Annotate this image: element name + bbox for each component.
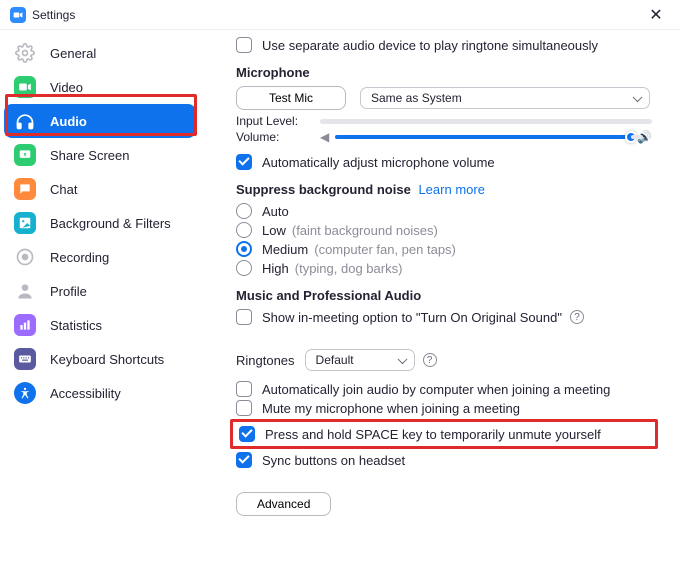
hint-suppress-medium: (computer fan, pen taps) — [314, 242, 456, 257]
section-microphone: Microphone — [236, 65, 652, 80]
sidebar-item-general[interactable]: General — [0, 36, 200, 70]
highlight-space-unmute: Press and hold SPACE key to temporarily … — [230, 419, 658, 449]
sidebar-item-label: General — [50, 46, 96, 61]
close-icon[interactable]: ✕ — [642, 5, 670, 25]
test-mic-button[interactable]: Test Mic — [236, 86, 346, 110]
sidebar-item-share-screen[interactable]: Share Screen — [0, 138, 200, 172]
app-logo — [10, 7, 26, 23]
checkbox-sync-headset[interactable] — [236, 452, 252, 468]
headphones-icon — [14, 110, 36, 132]
advanced-button[interactable]: Advanced — [236, 492, 331, 516]
checkbox-auto-adjust[interactable] — [236, 154, 252, 170]
background-icon — [14, 212, 36, 234]
radio-suppress-low[interactable] — [236, 222, 252, 238]
sidebar-item-keyboard[interactable]: Keyboard Shortcuts — [0, 342, 200, 376]
stats-icon — [14, 314, 36, 336]
gear-icon — [14, 42, 36, 64]
chat-icon — [14, 178, 36, 200]
sidebar-item-label: Audio — [50, 114, 87, 129]
sidebar-item-chat[interactable]: Chat — [0, 172, 200, 206]
radio-suppress-high[interactable] — [236, 260, 252, 276]
accessibility-icon — [14, 382, 36, 404]
label-suppress-low: Low — [262, 223, 286, 238]
volume-label: Volume: — [236, 130, 312, 144]
sidebar-item-label: Share Screen — [50, 148, 130, 163]
title-bar: Settings ✕ — [0, 0, 680, 30]
label-space-unmute: Press and hold SPACE key to temporarily … — [265, 427, 601, 442]
section-suppress: Suppress background noise Learn more — [236, 182, 652, 197]
label-auto-join: Automatically join audio by computer whe… — [262, 382, 610, 397]
sidebar-item-profile[interactable]: Profile — [0, 274, 200, 308]
label-suppress-medium: Medium — [262, 242, 308, 257]
video-icon — [14, 76, 36, 98]
label-auto-adjust: Automatically adjust microphone volume — [262, 155, 495, 170]
label-separate-device: Use separate audio device to play ringto… — [262, 38, 598, 53]
settings-panel-audio: Use separate audio device to play ringto… — [200, 30, 680, 561]
sidebar-item-label: Accessibility — [50, 386, 121, 401]
record-icon — [14, 246, 36, 268]
sidebar-item-label: Statistics — [50, 318, 102, 333]
sidebar-item-statistics[interactable]: Statistics — [0, 308, 200, 342]
volume-low-icon: ◀ — [320, 130, 329, 144]
sidebar-item-audio[interactable]: Audio — [4, 104, 196, 138]
ringtones-select[interactable]: Default — [305, 349, 415, 371]
share-screen-icon — [14, 144, 36, 166]
section-music: Music and Professional Audio — [236, 288, 652, 303]
keyboard-icon — [14, 348, 36, 370]
volume-slider[interactable] — [335, 135, 631, 139]
checkbox-original-sound[interactable] — [236, 309, 252, 325]
window-title: Settings — [32, 8, 75, 22]
hint-suppress-high: (typing, dog barks) — [295, 261, 403, 276]
checkbox-auto-join[interactable] — [236, 381, 252, 397]
learn-more-link[interactable]: Learn more — [418, 182, 484, 197]
sidebar-item-video[interactable]: Video — [0, 70, 200, 104]
label-suppress-high: High — [262, 261, 289, 276]
checkbox-mute-on-join[interactable] — [236, 400, 252, 416]
sidebar-item-recording[interactable]: Recording — [0, 240, 200, 274]
sidebar-item-label: Keyboard Shortcuts — [50, 352, 164, 367]
checkbox-separate-device[interactable] — [236, 37, 252, 53]
sidebar-item-label: Recording — [50, 250, 109, 265]
ringtones-label: Ringtones — [236, 353, 295, 368]
label-original-sound: Show in-meeting option to "Turn On Origi… — [262, 310, 562, 325]
radio-suppress-medium[interactable] — [236, 241, 252, 257]
sidebar-item-label: Chat — [50, 182, 77, 197]
sidebar-item-label: Profile — [50, 284, 87, 299]
radio-suppress-auto[interactable] — [236, 203, 252, 219]
label-sync-headset: Sync buttons on headset — [262, 453, 405, 468]
input-level-meter — [320, 119, 652, 124]
sidebar: General Video Audio Share Screen Chat Ba… — [0, 30, 200, 561]
checkbox-space-unmute[interactable] — [239, 426, 255, 442]
input-level-label: Input Level: — [236, 114, 312, 128]
sidebar-item-label: Background & Filters — [50, 216, 171, 231]
mic-device-select[interactable]: Same as System — [360, 87, 650, 109]
sidebar-item-label: Video — [50, 80, 83, 95]
label-suppress-auto: Auto — [262, 204, 289, 219]
profile-icon — [14, 280, 36, 302]
hint-suppress-low: (faint background noises) — [292, 223, 438, 238]
label-mute-on-join: Mute my microphone when joining a meetin… — [262, 401, 520, 416]
sidebar-item-background[interactable]: Background & Filters — [0, 206, 200, 240]
help-icon[interactable]: ? — [423, 353, 437, 367]
help-icon[interactable]: ? — [570, 310, 584, 324]
sidebar-item-accessibility[interactable]: Accessibility — [0, 376, 200, 410]
